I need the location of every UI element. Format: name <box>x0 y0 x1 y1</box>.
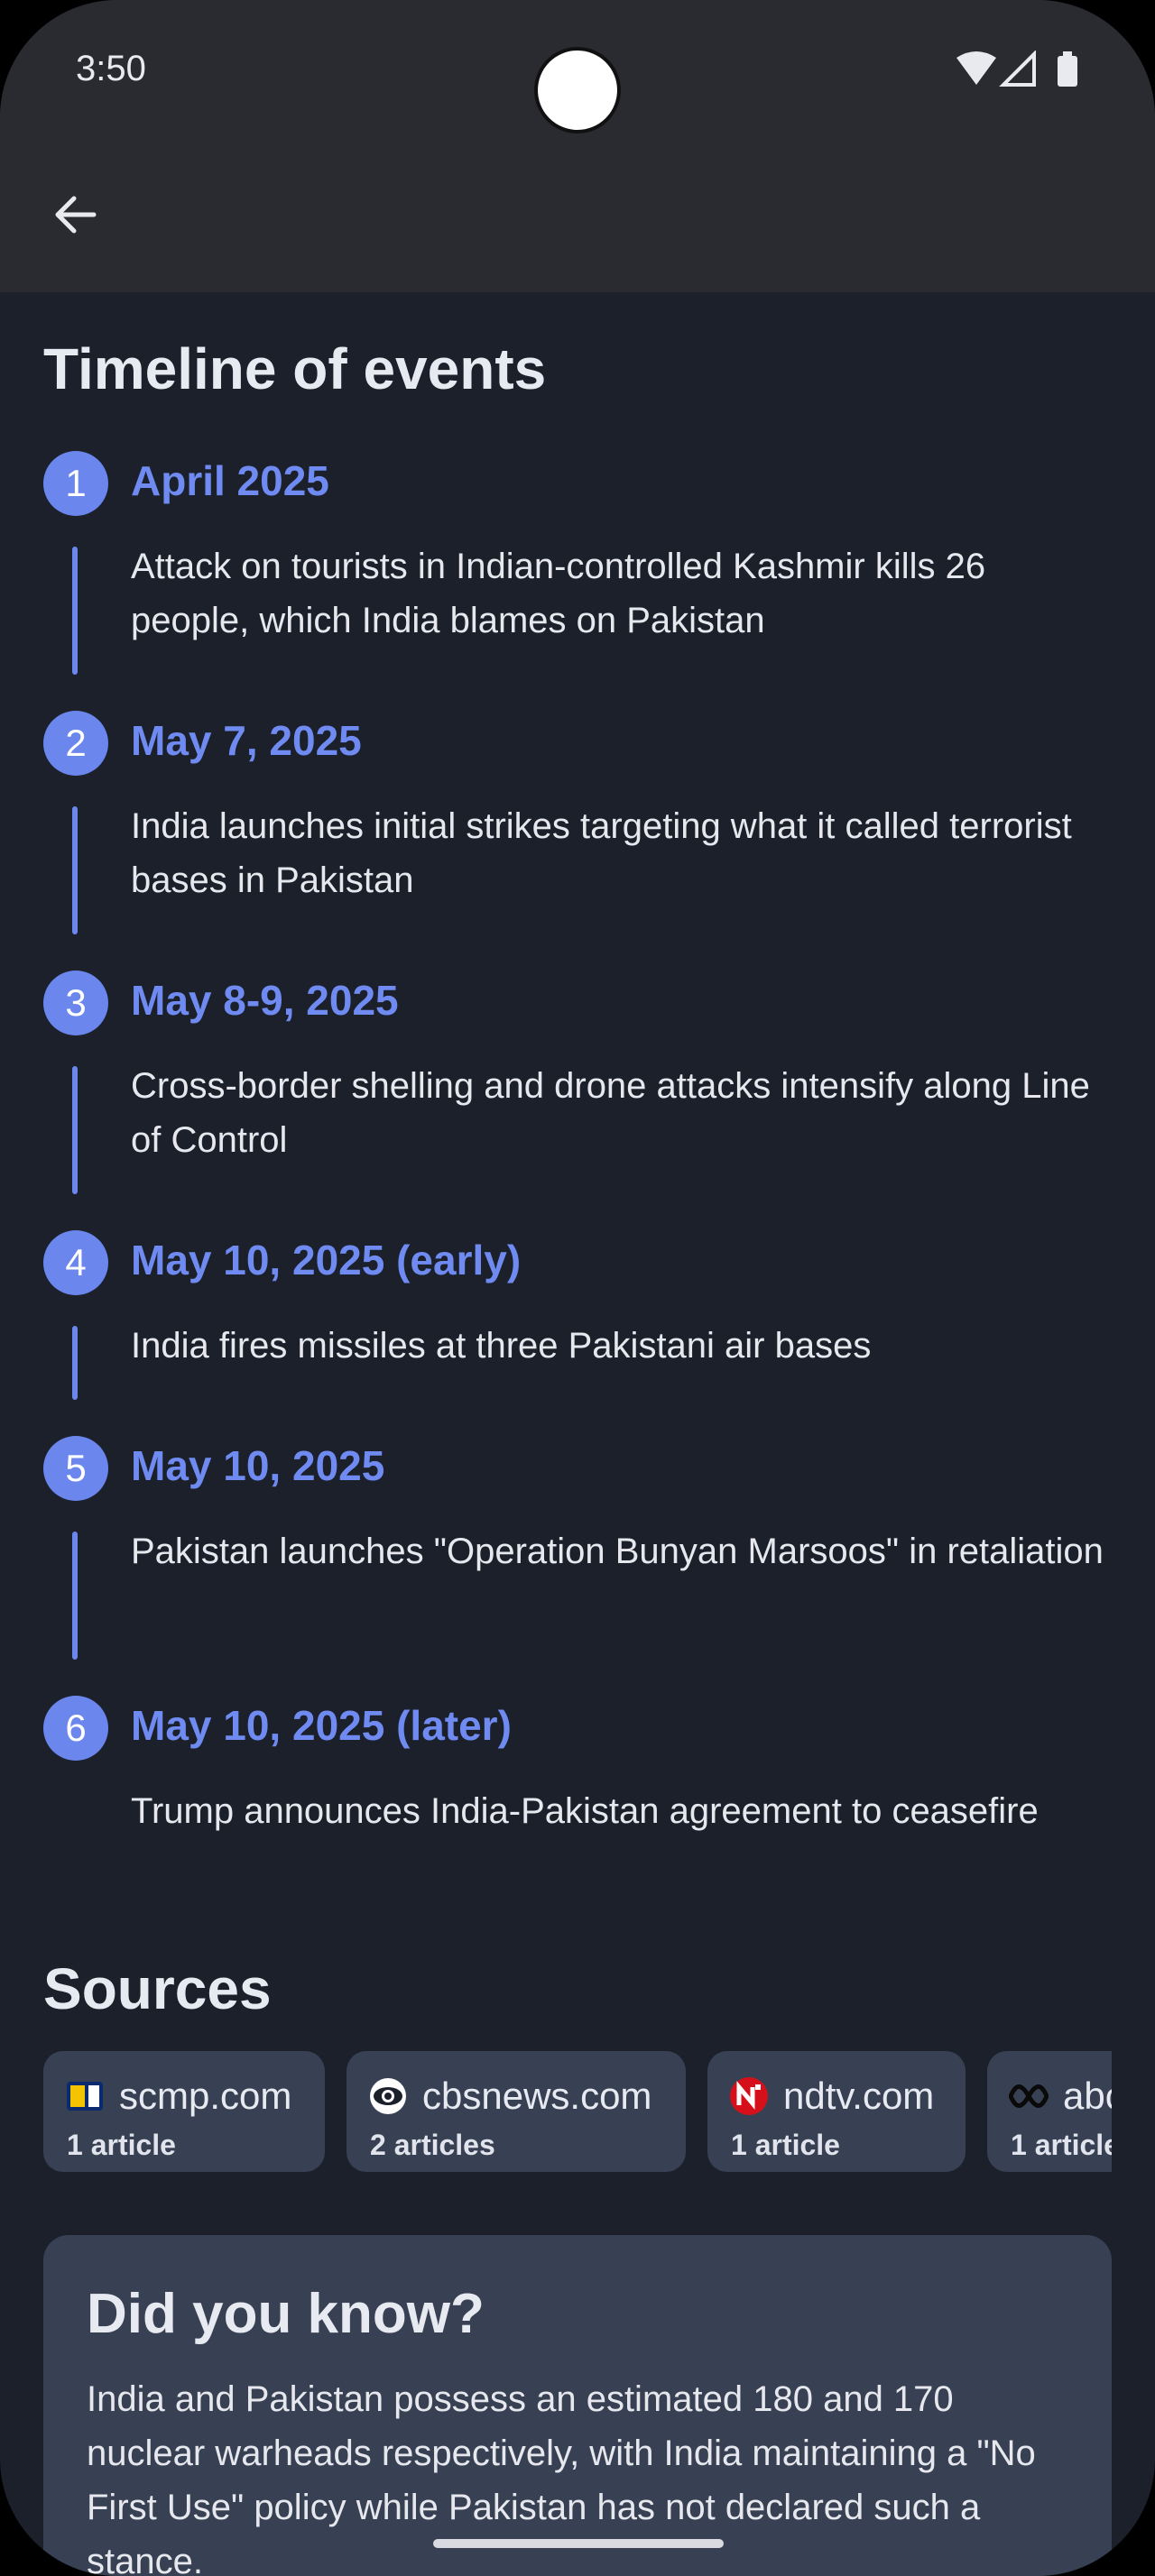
event-date: April 2025 <box>131 457 329 504</box>
timeline-connector <box>72 1326 78 1400</box>
event-number: 3 <box>43 971 108 1035</box>
app-bar: 3:50 <box>0 0 1155 292</box>
cbs-eye-icon <box>370 2078 406 2114</box>
back-arrow-icon[interactable] <box>42 180 110 249</box>
source-count: 1 article <box>1011 2129 1112 2161</box>
source-count: 1 article <box>731 2129 840 2161</box>
phone-screen: 3:50 Timeline of events 1 April 2025 Att… <box>0 0 1155 2576</box>
source-count: 2 articles <box>370 2129 495 2161</box>
event-description: Trump announces India-Pakistan agreement… <box>131 1791 1039 1831</box>
source-domain: ndtv.com <box>783 2075 935 2117</box>
sources-scroller[interactable]: scmp.com 1 article cbsnews.com 2 article… <box>43 2051 1112 2172</box>
timeline-connector <box>72 806 78 934</box>
wifi-icon <box>956 51 996 85</box>
ndtv-logo-icon <box>730 2077 768 2115</box>
timeline-title: Timeline of events <box>43 336 547 401</box>
timeline-connector <box>72 1066 78 1194</box>
event-date: May 10, 2025 (later) <box>131 1702 512 1749</box>
source-chip-abc[interactable]: abc 1 article <box>987 2051 1112 2172</box>
event-description: India launches initial strikes targeting… <box>131 806 1072 900</box>
event-date: May 7, 2025 <box>131 717 362 764</box>
status-time: 3:50 <box>76 49 146 88</box>
camera-cutout <box>534 47 621 133</box>
abc-logo-icon <box>1009 2084 1049 2108</box>
event-description: Pakistan launches "Operation Bunyan Mars… <box>131 1532 1104 1571</box>
source-domain: scmp.com <box>119 2075 292 2117</box>
source-chip-cbsnews[interactable]: cbsnews.com 2 articles <box>346 2051 686 2172</box>
timeline-connector <box>72 547 78 675</box>
did-you-know-title: Did you know? <box>87 2283 485 2345</box>
event-number: 4 <box>43 1230 108 1295</box>
event-number: 5 <box>43 1436 108 1501</box>
source-domain: cbsnews.com <box>422 2075 652 2117</box>
scmp-logo-icon <box>67 2082 103 2111</box>
source-chip-ndtv[interactable]: ndtv.com 1 article <box>707 2051 966 2172</box>
timeline-connector <box>72 1532 78 1660</box>
battery-icon <box>1058 56 1077 87</box>
source-domain: abc <box>1063 2075 1112 2117</box>
source-chip-scmp[interactable]: scmp.com 1 article <box>43 2051 325 2172</box>
event-number: 6 <box>43 1696 108 1761</box>
status-icons <box>956 51 1077 87</box>
event-description: India fires missiles at three Pakistani … <box>131 1326 872 1366</box>
event-description: Attack on tourists in Indian-controlled … <box>131 547 986 640</box>
event-date: May 10, 2025 <box>131 1442 385 1489</box>
event-date: May 8-9, 2025 <box>131 977 399 1024</box>
source-count: 1 article <box>67 2129 176 2161</box>
event-number: 2 <box>43 711 108 776</box>
signal-icon <box>999 51 1036 87</box>
home-indicator[interactable] <box>433 2539 724 2548</box>
did-you-know-card: Did you know? India and Pakistan possess… <box>43 2235 1112 2576</box>
event-date: May 10, 2025 (early) <box>131 1237 522 1283</box>
event-description: Cross-border shelling and drone attacks … <box>131 1066 1090 1160</box>
event-number: 1 <box>43 451 108 516</box>
sources-title: Sources <box>43 1956 272 2021</box>
